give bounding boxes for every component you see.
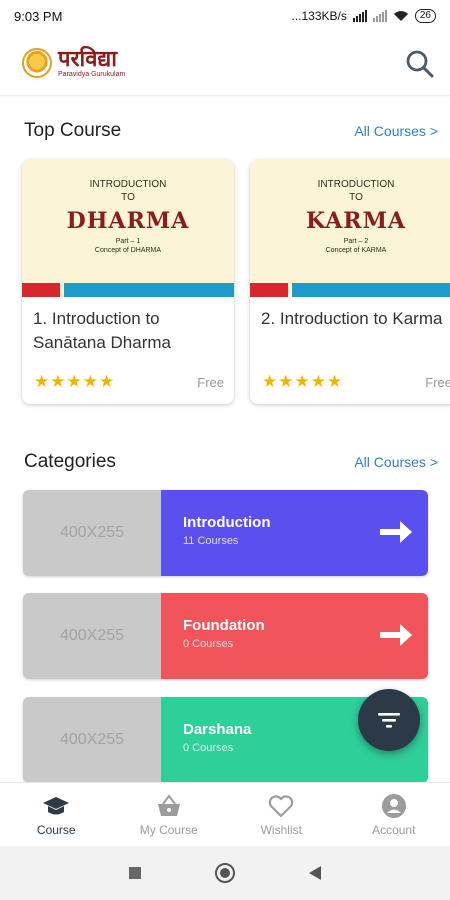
cover-big-title: DHARMA	[66, 208, 190, 234]
cover-intro: INTRODUCTION TO	[317, 179, 395, 203]
course-price: Free	[197, 374, 224, 390]
arrow-right-icon	[380, 624, 412, 646]
top-course-title: Top Course	[24, 120, 122, 141]
logo-sun-icon	[22, 48, 52, 78]
signal-icon	[352, 10, 367, 22]
categories-all-link[interactable]: All Courses >	[354, 454, 438, 470]
graduation-cap-icon	[43, 797, 70, 815]
category-image-placeholder: 400X255	[23, 697, 161, 783]
status-icons: ...133KB/s 26	[291, 9, 436, 23]
arrow-right-icon	[380, 521, 412, 543]
account-icon	[381, 794, 406, 818]
signal-2-icon	[372, 10, 387, 22]
status-time: 9:03 PM	[14, 8, 63, 24]
category-card-introduction[interactable]: 400X255 Introduction 11 Courses	[23, 490, 428, 576]
cover-strip	[250, 283, 450, 297]
nav-wishlist-label: Wishlist	[260, 823, 302, 837]
nav-course-label: Course	[36, 823, 76, 837]
rating-stars: ★★★★★	[34, 372, 116, 391]
course-cover-image: INTRODUCTION TO DHARMA Part – 1 Concept …	[22, 160, 234, 297]
cover-big-title: KARMA	[305, 208, 406, 234]
bottom-navigation: Course My Course Wishlist Account	[0, 782, 450, 846]
basket-icon	[157, 794, 180, 816]
wifi-icon	[393, 11, 408, 21]
cover-intro: INTRODUCTION TO	[89, 179, 167, 203]
course-cover-image: INTRODUCTION TO KARMA Part – 2 Concept o…	[250, 160, 450, 297]
top-course-all-link[interactable]: All Courses >	[354, 123, 438, 139]
recent-apps-icon[interactable]	[129, 867, 141, 879]
nav-account[interactable]: Account	[338, 783, 450, 846]
nav-course[interactable]: Course	[0, 783, 113, 846]
filter-button[interactable]	[358, 689, 420, 751]
course-price: Free	[425, 374, 450, 390]
course-title: 1. Introduction to Sanātana Dharma	[33, 309, 171, 352]
back-icon[interactable]	[309, 866, 321, 880]
system-navigation-bar	[0, 846, 450, 900]
cover-small: Part – 1 Concept of DHARMA	[94, 238, 162, 254]
course-card[interactable]: INTRODUCTION TO DHARMA Part – 1 Concept …	[22, 160, 234, 404]
category-body: Introduction 11 Courses	[161, 490, 428, 576]
logo-subtitle: Paravidya Gurukulam	[58, 71, 126, 78]
nav-my-course-label: My Course	[139, 823, 198, 837]
course-card[interactable]: INTRODUCTION TO KARMA Part – 2 Concept o…	[250, 160, 450, 404]
heart-icon	[269, 795, 294, 818]
category-body: Foundation 0 Courses	[161, 593, 428, 679]
category-image-placeholder: 400X255	[23, 490, 161, 576]
course-carousel[interactable]: INTRODUCTION TO DHARMA Part – 1 Concept …	[22, 160, 450, 404]
nav-wishlist[interactable]: Wishlist	[225, 783, 338, 846]
home-icon[interactable]	[215, 863, 235, 883]
category-image-placeholder: 400X255	[23, 593, 161, 679]
app-logo[interactable]: परविद्या Paravidya Gurukulam	[22, 48, 125, 78]
app-header: परविद्या Paravidya Gurukulam	[0, 32, 450, 96]
logo-title: परविद्या	[58, 46, 117, 72]
categories-header: Categories All Courses >	[24, 451, 438, 473]
course-title: 2. Introduction to Karma	[261, 309, 443, 328]
filter-icon	[378, 713, 400, 728]
status-bar: 9:03 PM ...133KB/s 26	[0, 0, 450, 32]
nav-account-label: Account	[372, 823, 416, 837]
nav-my-course[interactable]: My Course	[113, 783, 226, 846]
search-icon[interactable]	[404, 48, 436, 80]
network-speed: ...133KB/s	[291, 9, 347, 23]
battery-icon: 26	[414, 9, 436, 23]
rating-stars: ★★★★★	[262, 372, 344, 391]
cover-strip	[22, 283, 234, 297]
categories-title: Categories	[24, 451, 116, 472]
cover-small: Part – 2 Concept of KARMA	[325, 238, 387, 254]
top-course-header: Top Course All Courses >	[24, 120, 438, 142]
category-card-foundation[interactable]: 400X255 Foundation 0 Courses	[23, 593, 428, 679]
